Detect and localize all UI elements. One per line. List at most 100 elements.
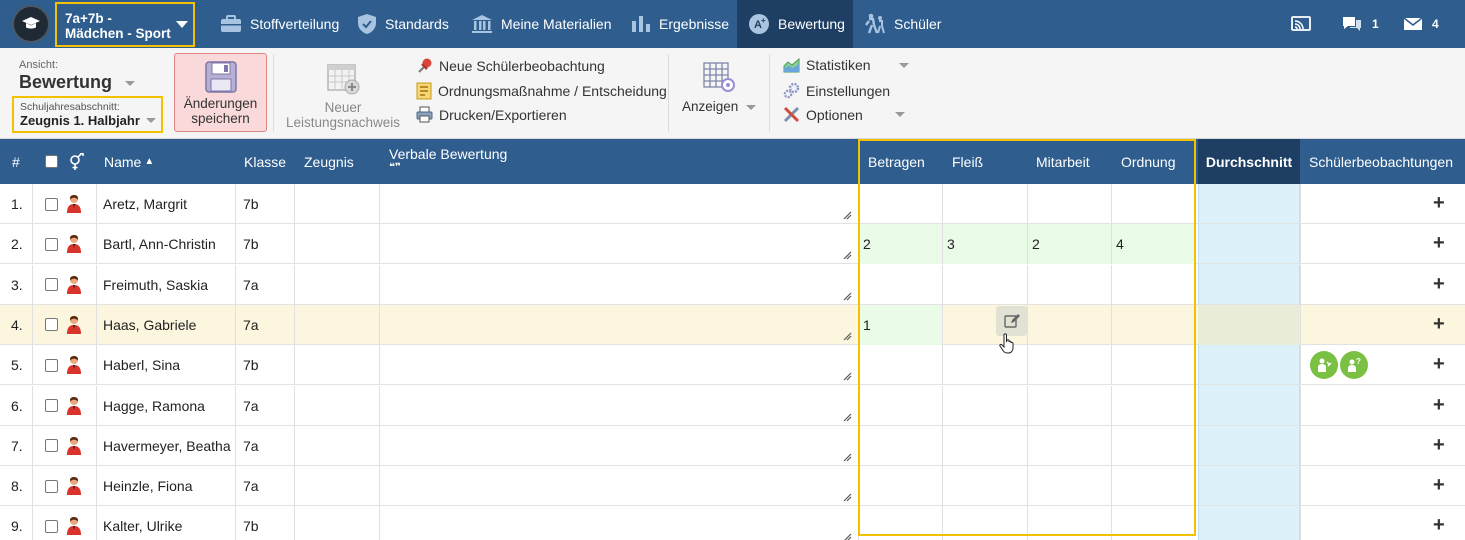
add-observation-button[interactable]: + <box>1433 475 1445 495</box>
resize-handle-icon[interactable] <box>843 211 852 220</box>
row-checkbox-cell[interactable] <box>45 224 58 264</box>
grade-order[interactable] <box>1116 184 1196 224</box>
grade-behaviour[interactable] <box>863 265 942 305</box>
verbal-assessment-textarea[interactable] <box>380 345 858 385</box>
period-selector[interactable]: Schuljahresabschnitt: Zeugnis 1. Halbjah… <box>12 96 163 133</box>
row-checkbox[interactable] <box>45 197 58 211</box>
report-cell[interactable] <box>295 386 379 426</box>
report-cell[interactable] <box>295 224 379 264</box>
disciplinary-button[interactable]: Ordnungsmaßnahme / Entscheidung <box>416 82 667 100</box>
grade-order[interactable] <box>1116 386 1196 426</box>
student-name[interactable]: Bartl, Ann-Christin <box>103 224 216 264</box>
table-row[interactable]: 9. Kalter, Ulrike 7b + <box>0 506 1465 540</box>
grade-behaviour[interactable] <box>863 506 942 540</box>
report-cell[interactable] <box>295 265 379 305</box>
resize-handle-icon[interactable] <box>843 413 852 422</box>
options-button[interactable]: Optionen <box>783 106 905 123</box>
table-row[interactable]: 2. Bartl, Ann-Christin 7b 2 3 2 4 + <box>0 224 1465 265</box>
new-observation-button[interactable]: Neue Schülerbeobachtung <box>416 57 605 74</box>
resize-handle-icon[interactable] <box>843 372 852 381</box>
header-diligence[interactable]: Fleiß <box>952 139 983 184</box>
resize-handle-icon[interactable] <box>843 493 852 502</box>
nav-meine-materialien[interactable]: Meine Materialien <box>471 0 612 48</box>
student-name[interactable]: Heinzle, Fiona <box>103 466 193 506</box>
student-name[interactable]: Haas, Gabriele <box>103 305 196 345</box>
row-checkbox[interactable] <box>45 519 58 533</box>
nav-standards[interactable]: Standards <box>357 0 449 48</box>
add-observation-button[interactable]: + <box>1433 435 1445 455</box>
grade-behaviour[interactable] <box>863 466 942 506</box>
grade-order[interactable] <box>1116 466 1196 506</box>
select-all-checkbox[interactable] <box>45 155 58 168</box>
header-order[interactable]: Ordnung <box>1121 139 1175 184</box>
student-name[interactable]: Freimuth, Saskia <box>103 265 208 305</box>
grade-diligence[interactable] <box>947 265 1027 305</box>
view-selector[interactable]: Bewertung <box>19 72 136 93</box>
grade-diligence[interactable]: 3 <box>947 224 1027 264</box>
row-checkbox-cell[interactable] <box>45 426 58 466</box>
resize-handle-icon[interactable] <box>843 453 852 462</box>
grade-participation[interactable] <box>1032 184 1111 224</box>
add-observation-button[interactable]: + <box>1433 354 1445 374</box>
table-row[interactable]: 7. Havermeyer, Beatha 7a + <box>0 425 1465 466</box>
row-checkbox-cell[interactable] <box>45 466 58 506</box>
grade-order[interactable]: 4 <box>1116 224 1196 264</box>
report-cell[interactable] <box>295 305 379 345</box>
row-checkbox-cell[interactable] <box>45 184 58 224</box>
mail-button[interactable]: 4 <box>1403 0 1439 48</box>
report-cell[interactable] <box>295 466 379 506</box>
grade-diligence[interactable] <box>947 426 1027 466</box>
row-checkbox-cell[interactable] <box>45 506 58 540</box>
class-selector[interactable]: 7a+7b - Mädchen - Sport <box>55 2 195 47</box>
add-observation-button[interactable]: + <box>1433 314 1445 334</box>
add-observation-button[interactable]: + <box>1433 395 1445 415</box>
table-row[interactable]: 3. Freimuth, Saskia 7a + <box>0 264 1465 305</box>
display-button[interactable]: Anzeigen <box>680 61 758 114</box>
grade-behaviour[interactable]: 2 <box>863 224 942 264</box>
row-checkbox[interactable] <box>45 399 58 412</box>
table-row[interactable]: 1. Aretz, Margrit 7b + <box>0 184 1465 224</box>
nav-bewertung[interactable]: A + Bewertung <box>737 0 853 48</box>
verbal-assessment-textarea[interactable] <box>380 305 858 345</box>
grade-behaviour[interactable] <box>863 345 942 385</box>
resize-handle-icon[interactable] <box>843 332 852 341</box>
grade-behaviour[interactable] <box>863 426 942 466</box>
verbal-assessment-textarea[interactable] <box>380 265 858 305</box>
verbal-assessment-textarea[interactable] <box>380 426 858 466</box>
app-logo-icon[interactable] <box>12 5 50 43</box>
statistics-button[interactable]: Statistiken <box>783 57 909 73</box>
table-row[interactable]: 8. Heinzle, Fiona 7a + <box>0 466 1465 507</box>
header-verbal-assessment[interactable]: Verbale Bewertung ❝❞ <box>389 139 507 184</box>
grade-behaviour[interactable] <box>863 184 942 224</box>
student-name[interactable]: Aretz, Margrit <box>103 184 187 224</box>
grade-diligence[interactable] <box>947 466 1027 506</box>
edit-grade-button[interactable] <box>996 306 1027 336</box>
grade-order[interactable] <box>1116 345 1196 385</box>
grade-order[interactable] <box>1116 426 1196 466</box>
row-checkbox[interactable] <box>45 358 58 372</box>
grade-participation[interactable] <box>1032 265 1111 305</box>
report-cell[interactable] <box>295 506 379 540</box>
verbal-assessment-textarea[interactable] <box>380 506 858 540</box>
header-average[interactable]: Durchschnitt <box>1198 139 1300 184</box>
header-report[interactable]: Zeugnis <box>304 139 354 184</box>
student-name[interactable]: Kalter, Ulrike <box>103 506 182 540</box>
add-observation-button[interactable]: + <box>1433 193 1445 213</box>
resize-handle-icon[interactable] <box>843 292 852 301</box>
header-class[interactable]: Klasse <box>244 139 286 184</box>
row-checkbox[interactable] <box>45 318 58 332</box>
verbal-assessment-textarea[interactable] <box>380 224 858 264</box>
student-name[interactable]: Hagge, Ramona <box>103 386 205 426</box>
add-observation-button[interactable]: + <box>1433 515 1445 535</box>
report-cell[interactable] <box>295 345 379 385</box>
grade-participation[interactable] <box>1032 506 1111 540</box>
header-behaviour[interactable]: Betragen <box>868 139 925 184</box>
row-checkbox[interactable] <box>45 479 58 493</box>
report-cell[interactable] <box>295 184 379 224</box>
header-participation[interactable]: Mitarbeit <box>1036 139 1090 184</box>
row-checkbox-cell[interactable] <box>45 345 58 385</box>
messages-button[interactable]: 1 <box>1341 0 1379 48</box>
verbal-assessment-textarea[interactable] <box>380 184 858 224</box>
grade-diligence[interactable] <box>947 386 1027 426</box>
observation-person-icon[interactable] <box>1310 351 1338 379</box>
